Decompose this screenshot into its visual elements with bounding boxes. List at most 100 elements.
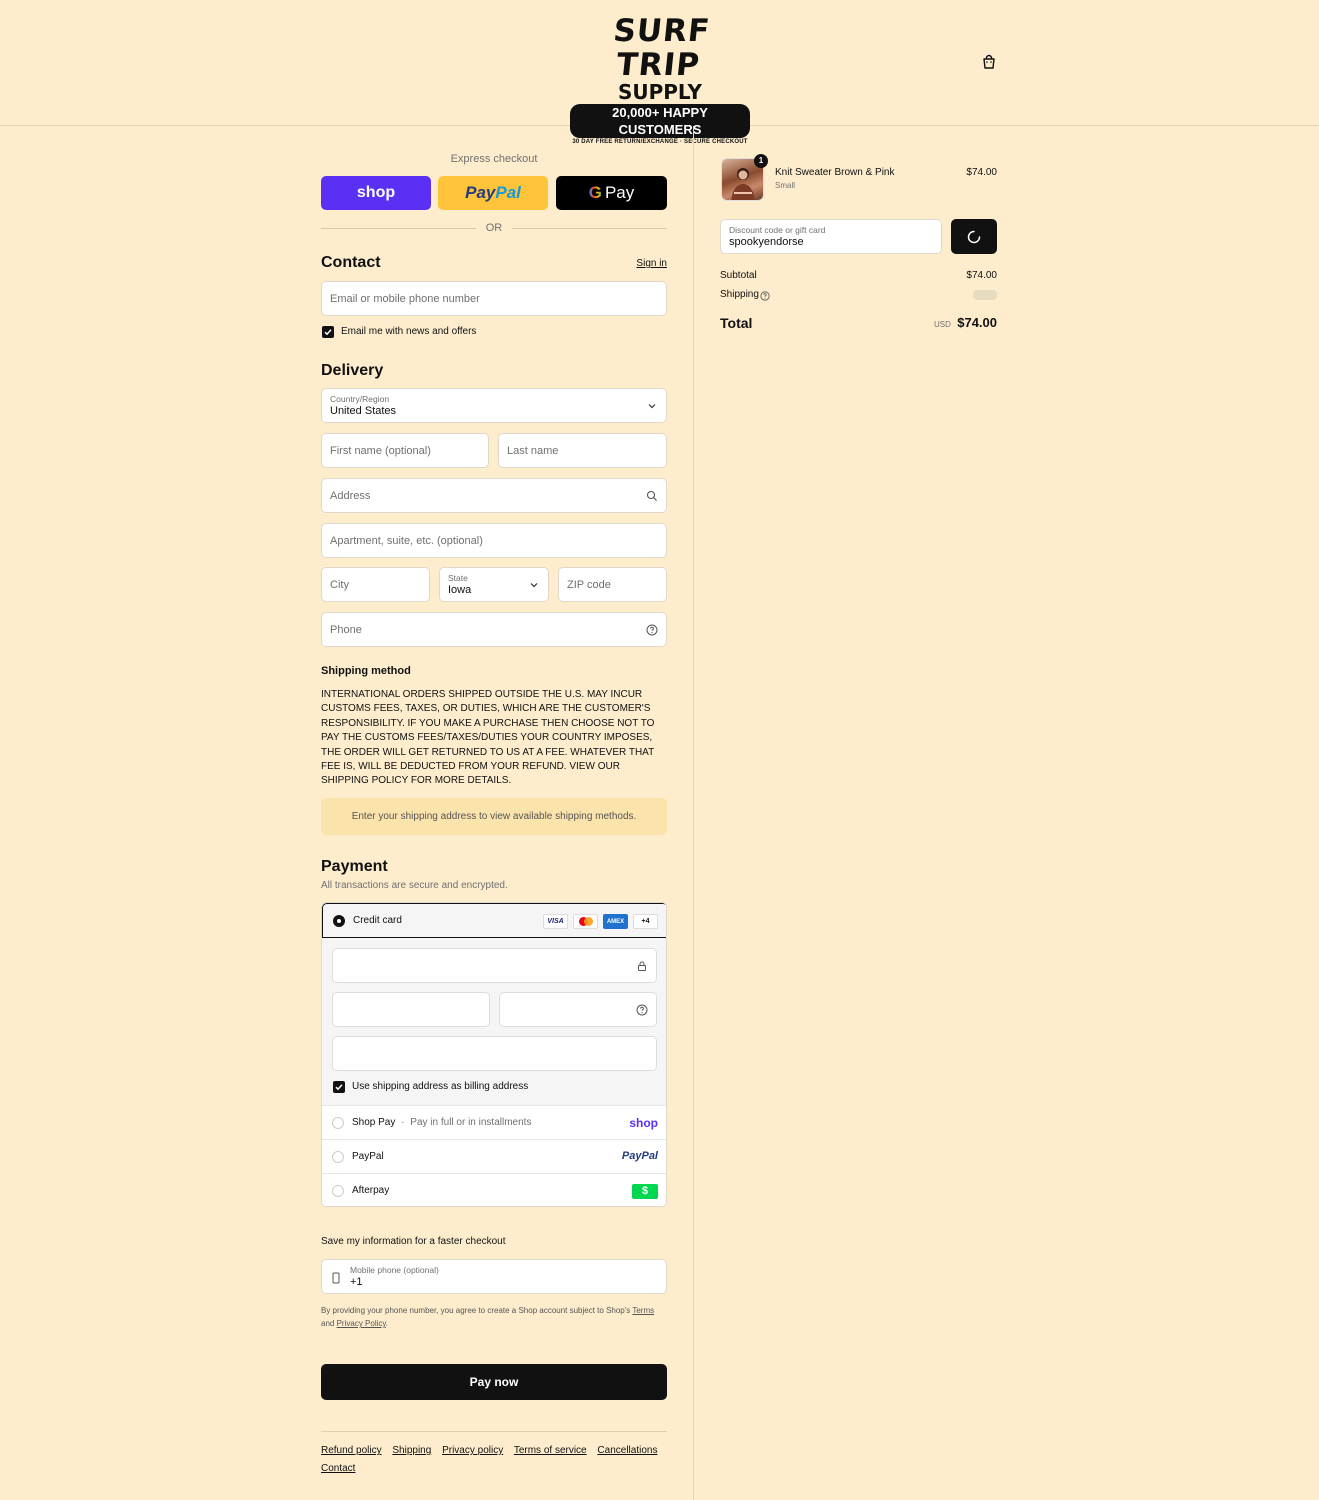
mastercard-icon	[573, 914, 598, 929]
google-pay-express-button[interactable]: G Pay	[556, 176, 667, 210]
news-checkbox[interactable]	[322, 326, 334, 338]
first-name-placeholder: First name (optional)	[330, 445, 431, 457]
country-select[interactable]: Country/Region United States	[321, 388, 667, 423]
address-placeholder: Address	[330, 490, 371, 502]
credit-card-radio[interactable]	[333, 915, 345, 927]
shipping-label: Shipping	[720, 289, 759, 300]
or-divider: OR	[321, 222, 667, 234]
chevron-down-icon	[528, 579, 540, 591]
discount-code-field[interactable]: Discount code or gift card spookyendorse	[720, 219, 942, 254]
shipping-link[interactable]: Shipping	[392, 1445, 431, 1456]
apply-discount-button[interactable]	[951, 219, 997, 254]
legal-and: and	[321, 1319, 335, 1328]
shop-pay-option-label: Shop Pay	[352, 1117, 396, 1128]
discount-value: spookyendorse	[729, 236, 804, 248]
billing-label: Use shipping address as billing address	[352, 1081, 529, 1092]
security-code-field[interactable]	[499, 992, 657, 1027]
country-label: Country/Region	[330, 394, 390, 404]
amex-label: AMEX	[606, 918, 625, 925]
payment-subtitle: All transactions are secure and encrypte…	[321, 880, 508, 891]
subtotal-value: $74.00	[966, 270, 997, 281]
terms-of-service-link[interactable]: Terms of service	[514, 1445, 587, 1456]
news-label: Email me with news and offers	[341, 326, 477, 337]
afterpay-radio[interactable]	[332, 1185, 344, 1197]
expiry-field[interactable]	[332, 992, 490, 1027]
shop-pay-express-button[interactable]: shop	[321, 176, 431, 210]
help-icon[interactable]	[646, 624, 658, 636]
name-on-card-field[interactable]	[332, 1036, 657, 1071]
shop-pay-label: shop	[356, 184, 396, 201]
apartment-placeholder: Apartment, suite, etc. (optional)	[330, 535, 483, 547]
first-name-field[interactable]: First name (optional)	[321, 433, 489, 468]
privacy-policy-link[interactable]: Privacy Policy	[337, 1319, 386, 1328]
legal-end: .	[385, 1319, 389, 1328]
shipping-method-heading: Shipping method	[321, 665, 411, 677]
mobile-phone-label: Mobile phone (optional)	[350, 1265, 439, 1275]
state-select[interactable]: State Iowa	[439, 567, 549, 602]
more-cards-badge: +4	[633, 914, 658, 929]
surf-trip-supply-logo[interactable]: SURF TRIP SUPPLY 20,000+ HAPPY CUSTOMERS…	[570, 13, 750, 145]
logo-line1: SURF TRIP	[611, 13, 712, 83]
billing-checkbox[interactable]	[333, 1081, 345, 1093]
total-label: Total	[720, 315, 753, 331]
chevron-down-icon	[646, 400, 658, 412]
delivery-heading: Delivery	[321, 362, 384, 379]
shop-pay-option[interactable]: Shop Pay · Pay in full or in installment…	[322, 1105, 666, 1139]
apartment-field[interactable]: Apartment, suite, etc. (optional)	[321, 523, 667, 558]
credit-card-option[interactable]: Credit card VISA AMEX +4	[322, 903, 666, 938]
cancellations-link[interactable]: Cancellations	[597, 1445, 657, 1456]
site-header: SURF TRIP SUPPLY 20,000+ HAPPY CUSTOMERS…	[0, 0, 1319, 145]
shipping-notice-text: INTERNATIONAL ORDERS SHIPPED OUTSIDE THE…	[321, 689, 655, 787]
sign-in-link[interactable]: Sign in	[636, 258, 667, 269]
pay-now-button[interactable]: Pay now	[321, 1364, 667, 1400]
legal-text-1: By providing your phone number, you agre…	[321, 1306, 631, 1315]
discount-label: Discount code or gift card	[729, 225, 826, 235]
paypal-label-2: Pal	[495, 183, 521, 202]
help-icon[interactable]	[760, 290, 770, 304]
card-number-field[interactable]	[332, 948, 657, 983]
search-icon	[646, 490, 658, 502]
terms-link[interactable]: Terms	[632, 1306, 654, 1315]
phone-placeholder: Phone	[330, 624, 362, 636]
state-value: Iowa	[448, 584, 472, 596]
mobile-phone-field[interactable]: Mobile phone (optional) +1	[321, 1259, 667, 1294]
shipping-methods-notice: Enter your shipping address to view avai…	[321, 798, 667, 835]
help-icon[interactable]	[636, 1004, 648, 1016]
email-field[interactable]: Email or mobile phone number	[321, 281, 667, 316]
afterpay-option[interactable]: Afterpay $	[322, 1173, 666, 1206]
shop-pay-option-sub: Pay in full or in installments	[410, 1117, 532, 1128]
zip-placeholder: ZIP code	[567, 579, 611, 591]
paypal-option[interactable]: PayPal PayPal	[322, 1139, 666, 1173]
shop-pay-logo: shop	[629, 1116, 658, 1130]
mobile-phone-value: +1	[350, 1276, 363, 1288]
item-name: Knit Sweater Brown & Pink	[775, 167, 895, 178]
mobile-phone-icon	[332, 1272, 340, 1287]
country-value: United States	[330, 405, 397, 417]
legal-text: By providing your phone number, you agre…	[321, 1304, 667, 1330]
google-pay-label: Pay	[604, 183, 635, 202]
paypal-express-button[interactable]: Pay Pal	[438, 176, 548, 210]
total-value-group: USD $74.00	[934, 315, 997, 330]
shopping-bag-icon[interactable]	[981, 54, 997, 70]
phone-field[interactable]: Phone	[321, 612, 667, 647]
item-price: $74.00	[966, 167, 997, 178]
privacy-policy-footer-link[interactable]: Privacy policy	[442, 1445, 503, 1456]
last-name-field[interactable]: Last name	[498, 433, 667, 468]
item-variant: Small	[775, 181, 796, 190]
paypal-radio[interactable]	[332, 1151, 344, 1163]
quantity-badge: 1	[754, 154, 768, 168]
refund-policy-link[interactable]: Refund policy	[321, 1445, 382, 1456]
logo-badge: 20,000+ HAPPY CUSTOMERS	[570, 104, 750, 138]
paypal-label-1: Pay	[465, 183, 496, 202]
shop-pay-radio[interactable]	[332, 1117, 344, 1129]
lock-icon	[636, 960, 648, 972]
loading-spinner-icon	[967, 230, 981, 247]
column-divider	[693, 126, 694, 1500]
address-field[interactable]: Address	[321, 478, 667, 513]
zip-field[interactable]: ZIP code	[558, 567, 667, 602]
contact-link[interactable]: Contact	[321, 1463, 355, 1474]
paypal-logo: PayPal	[621, 1150, 658, 1162]
footer-links: Refund policy Shipping Privacy policy Te…	[321, 1442, 667, 1478]
google-g-icon: G	[588, 183, 602, 202]
city-field[interactable]: City	[321, 567, 430, 602]
